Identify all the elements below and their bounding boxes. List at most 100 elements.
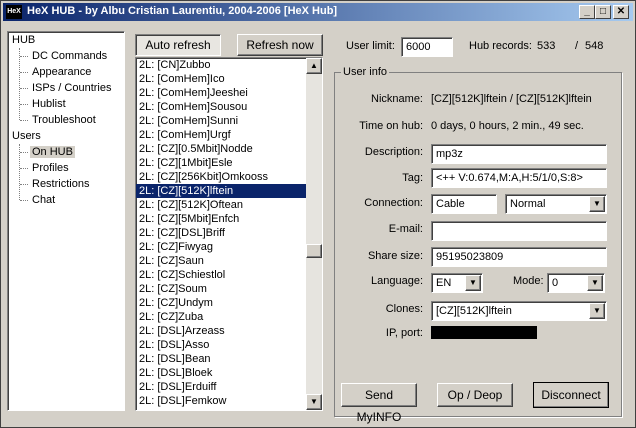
connection-type-select[interactable]: Normal ▼ — [505, 194, 607, 214]
user-list-item[interactable]: 2L: [ComHem]Jeeshei — [136, 86, 322, 100]
user-list-item[interactable]: 2L: [CZ]Soum — [136, 282, 322, 296]
disconnect-button[interactable]: Disconnect — [533, 382, 609, 408]
tree-group-users[interactable]: Users — [12, 130, 41, 142]
description-label: Description: — [364, 146, 423, 158]
hub-records-total: 548 — [585, 40, 604, 52]
user-list-item[interactable]: 2L: [CZ]Fiwyag — [136, 240, 322, 254]
share-size-label: Share size: — [367, 250, 423, 262]
tree-item-troubleshoot[interactable]: Troubleshoot — [32, 114, 96, 126]
mode-label: Mode: — [513, 275, 544, 287]
tree-item-chat[interactable]: Chat — [32, 194, 55, 206]
time-on-hub-value: 0 days, 0 hours, 2 min., 49 sec. — [431, 120, 584, 132]
refresh-now-button[interactable]: Refresh now — [237, 34, 323, 56]
connection-label: Connection: — [364, 197, 423, 209]
tree-connector — [20, 88, 28, 89]
user-list-item[interactable]: 2L: [DSL]Bloek — [136, 366, 322, 380]
chevron-down-icon[interactable]: ▼ — [589, 303, 605, 319]
email-field[interactable] — [431, 221, 607, 241]
clones-value: [CZ][512K]lftein — [436, 305, 512, 317]
user-list-item[interactable]: 2L: [CZ][512K]lftein — [136, 184, 322, 198]
tree-connector — [20, 56, 28, 57]
user-list-item[interactable]: 2L: [CZ][0.5Mbit]Nodde — [136, 142, 322, 156]
user-list-scrollbar[interactable]: ▲ ▼ — [306, 58, 322, 410]
user-list-item[interactable]: 2L: [DSL]Bean — [136, 352, 322, 366]
scroll-thumb[interactable] — [306, 244, 322, 258]
tree-connector — [20, 120, 28, 121]
chevron-down-icon[interactable]: ▼ — [589, 196, 605, 212]
user-info-title: User info — [341, 66, 390, 78]
settings-tree: HUB DC Commands Appearance ISPs / Countr… — [7, 31, 125, 411]
tree-item-restrictions[interactable]: Restrictions — [32, 178, 89, 190]
user-list-item[interactable]: 2L: [ComHem]Sousou — [136, 100, 322, 114]
connection-field[interactable]: Cable — [431, 194, 497, 214]
language-select[interactable]: EN ▼ — [431, 273, 483, 293]
user-list-item[interactable]: 2L: [DSL]Erduiff — [136, 380, 322, 394]
tree-connector — [20, 104, 28, 105]
main-window: HeX HeX HUB - by Albu Cristian Laurentiu… — [0, 0, 636, 428]
op-deop-button[interactable]: Op / Deop — [437, 383, 513, 407]
maximize-button[interactable]: □ — [595, 5, 611, 19]
user-limit-input[interactable]: 6000 — [401, 37, 453, 57]
user-list-item[interactable]: 2L: [DSL]Femkow — [136, 394, 322, 408]
hub-records-separator: / — [575, 40, 579, 52]
tree-connector — [20, 168, 28, 169]
language-value: EN — [436, 277, 452, 289]
tree-item-on-hub[interactable]: On HUB — [30, 146, 75, 158]
nickname-label: Nickname: — [371, 93, 423, 105]
ip-port-redacted — [431, 326, 537, 339]
title-bar[interactable]: HeX HeX HUB - by Albu Cristian Laurentiu… — [3, 3, 633, 21]
user-list-item[interactable]: 2L: [CZ][5Mbit]Enfch — [136, 212, 322, 226]
window-title: HeX HUB - by Albu Cristian Laurentiu, 20… — [27, 5, 338, 17]
time-on-hub-label: Time on hub: — [359, 120, 423, 132]
user-list-item[interactable]: 2L: [CZ]Schiestlol — [136, 268, 322, 282]
user-list-item[interactable]: 2L: [DSL]Arzeass — [136, 324, 322, 338]
user-list-item[interactable]: 2L: [CZ]Undym — [136, 296, 322, 310]
user-list-item[interactable]: 2L: [CZ][256Kbit]Omkooss — [136, 170, 322, 184]
minimize-button[interactable]: _ — [579, 5, 595, 19]
tag-field[interactable]: <++ V:0.674,M:A,H:5/1/0,S:8> — [431, 168, 607, 188]
description-field[interactable]: mp3z — [431, 144, 607, 164]
email-label: E-mail: — [388, 223, 423, 235]
user-list-item[interactable]: 2L: [CZ][1Mbit]Esle — [136, 156, 322, 170]
tree-item-profiles[interactable]: Profiles — [32, 162, 69, 174]
tree-connector — [20, 200, 28, 201]
mode-select[interactable]: 0 ▼ — [547, 273, 605, 293]
chevron-down-icon[interactable]: ▼ — [465, 275, 481, 291]
clones-select[interactable]: [CZ][512K]lftein ▼ — [431, 301, 607, 321]
tag-label: Tag: — [402, 172, 423, 184]
tree-connector — [20, 152, 28, 153]
user-list-item[interactable]: 2L: [CN]Zubbo — [136, 58, 322, 72]
user-list-item[interactable]: 2L: [ComHem]Ico — [136, 72, 322, 86]
connection-type-value: Normal — [510, 198, 546, 210]
user-list-item[interactable]: 2L: [ComHem]Urgf — [136, 128, 322, 142]
tree-group-hub[interactable]: HUB — [12, 34, 35, 46]
user-list-item[interactable]: 2L: [DSL]Asso — [136, 338, 322, 352]
auto-refresh-toggle[interactable]: Auto refresh — [135, 34, 221, 56]
scroll-up-icon[interactable]: ▲ — [306, 58, 322, 74]
tree-item-dc-commands[interactable]: DC Commands — [32, 50, 107, 62]
scroll-down-icon[interactable]: ▼ — [306, 394, 322, 410]
user-list-rows: 2L: [CN]Zubbo 2L: [ComHem]Ico 2L: [ComHem]… — [136, 58, 322, 408]
tree-item-isps-countries[interactable]: ISPs / Countries — [32, 82, 111, 94]
user-list-item[interactable]: 2L: [CZ]Saun — [136, 254, 322, 268]
share-size-field[interactable]: 95195023809 — [431, 247, 607, 267]
app-icon: HeX — [6, 5, 22, 19]
chevron-down-icon[interactable]: ▼ — [587, 275, 603, 291]
tree-connector — [19, 48, 20, 120]
nickname-value: [CZ][512K]lftein / [CZ][512K]lftein — [431, 93, 592, 105]
user-list[interactable]: 2L: [CN]Zubbo 2L: [ComHem]Ico 2L: [ComHem]… — [135, 57, 323, 411]
tree-item-hublist[interactable]: Hublist — [32, 98, 66, 110]
tree-connector — [20, 184, 28, 185]
mode-value: 0 — [552, 277, 559, 289]
user-list-item[interactable]: 2L: [ComHem]Sunni — [136, 114, 322, 128]
user-list-item[interactable]: 2L: [CZ]Zuba — [136, 310, 322, 324]
language-label: Language: — [371, 275, 423, 287]
user-limit-label: User limit: — [346, 40, 395, 52]
ip-port-label: IP, port: — [385, 327, 423, 339]
close-button[interactable]: ✕ — [613, 5, 629, 19]
send-myinfo-button[interactable]: Send MyINFO — [341, 383, 417, 424]
tree-item-appearance[interactable]: Appearance — [32, 66, 91, 78]
tree-connector — [20, 72, 28, 73]
user-list-item[interactable]: 2L: [CZ][512K]Oftean — [136, 198, 322, 212]
user-list-item[interactable]: 2L: [CZ][DSL]Briff — [136, 226, 322, 240]
